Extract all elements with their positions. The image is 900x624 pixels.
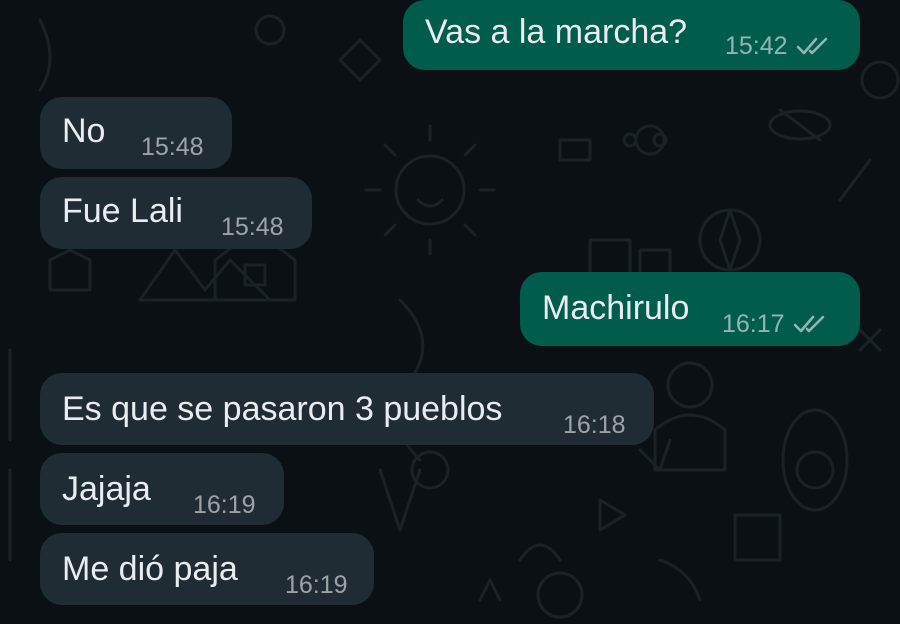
message-time: 16:19 bbox=[285, 571, 348, 599]
outgoing-message-bubble[interactable]: Vas a la marcha? 15:42 bbox=[403, 0, 860, 70]
message-meta: 16:17 bbox=[722, 310, 827, 338]
message-meta: 15:48 bbox=[141, 133, 204, 161]
incoming-message-bubble[interactable]: Fue Lali 15:48 bbox=[40, 177, 312, 249]
message-text: Vas a la marcha? bbox=[425, 13, 688, 51]
message-meta: 16:19 bbox=[285, 571, 348, 599]
message-time: 16:18 bbox=[563, 411, 626, 439]
message-time: 15:42 bbox=[725, 32, 788, 60]
double-check-icon bbox=[793, 315, 824, 333]
message-text: Fue Lali bbox=[62, 192, 183, 230]
message-meta: 15:48 bbox=[221, 213, 284, 241]
message-meta: 16:19 bbox=[193, 491, 256, 519]
incoming-message-bubble[interactable]: Me dió paja 16:19 bbox=[40, 533, 374, 605]
message-time: 15:48 bbox=[141, 133, 204, 161]
double-check-icon bbox=[796, 37, 827, 55]
outgoing-message-bubble[interactable]: Machirulo 16:17 bbox=[520, 272, 860, 346]
message-list: Vas a la marcha? 15:42 No 15:48 Fue Lali… bbox=[0, 0, 900, 624]
message-text: Machirulo bbox=[542, 289, 690, 327]
message-time: 16:19 bbox=[193, 491, 256, 519]
message-time: 16:17 bbox=[722, 310, 785, 338]
message-text: Me dió paja bbox=[62, 550, 238, 588]
message-meta: 16:18 bbox=[563, 411, 626, 439]
message-meta: 15:42 bbox=[725, 32, 830, 60]
incoming-message-bubble[interactable]: No 15:48 bbox=[40, 97, 232, 169]
message-text: Jajaja bbox=[62, 470, 151, 508]
incoming-message-bubble[interactable]: Jajaja 16:19 bbox=[40, 453, 284, 525]
message-text: No bbox=[62, 112, 106, 150]
message-time: 15:48 bbox=[221, 213, 284, 241]
incoming-message-bubble[interactable]: Es que se pasaron 3 pueblos 16:18 bbox=[40, 373, 654, 445]
message-text: Es que se pasaron 3 pueblos bbox=[62, 390, 503, 428]
